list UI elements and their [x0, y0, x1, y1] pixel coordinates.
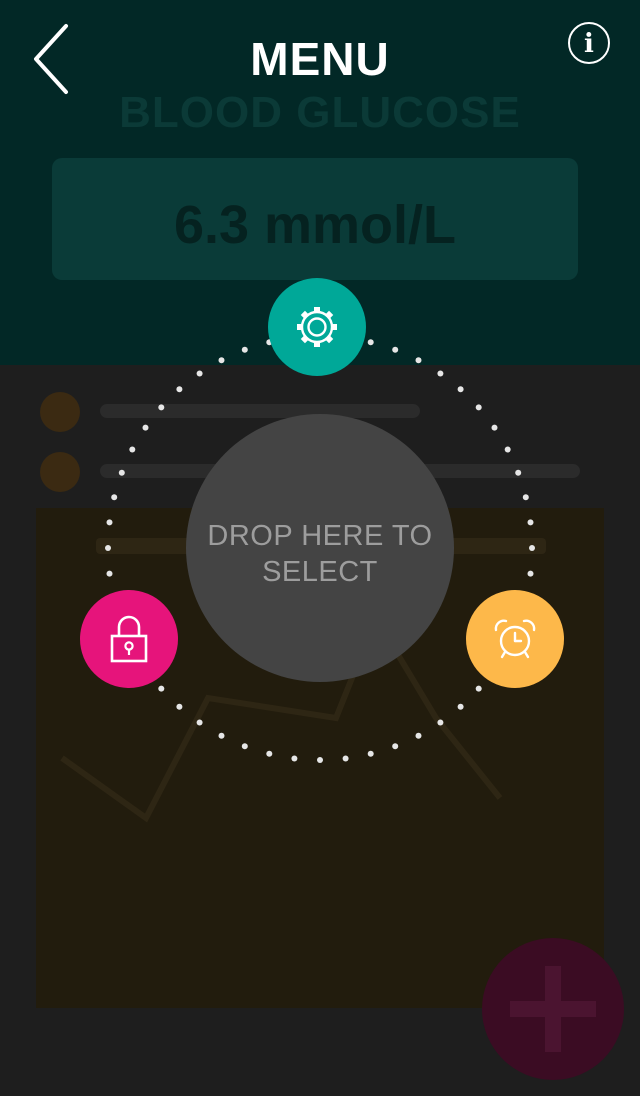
- alarm-clock-icon: [494, 619, 536, 659]
- gear-tooth: [314, 307, 320, 313]
- page-title: MENU: [250, 33, 390, 85]
- info-icon: i: [584, 29, 594, 59]
- drop-zone-label: DROP HERE TO SELECT: [186, 518, 454, 590]
- gear-tooth: [324, 310, 334, 320]
- gear-tooth: [297, 324, 303, 330]
- background-reading-value: 6.3 mmol/L: [173, 195, 457, 255]
- background-plus-bar: [545, 966, 561, 1052]
- gear-tooth: [300, 334, 310, 344]
- gear-icon: [297, 307, 337, 347]
- settings-button[interactable]: [268, 278, 366, 376]
- alarm-button[interactable]: [466, 590, 564, 688]
- top-bar: MENU i: [0, 0, 640, 120]
- gear-tooth: [331, 324, 337, 330]
- background-add-button: [482, 938, 624, 1080]
- drop-zone-label-line1: DROP HERE TO: [207, 520, 433, 552]
- gear-tooth: [314, 341, 320, 347]
- lock-icon: [110, 615, 148, 663]
- gear-tooth: [324, 334, 334, 344]
- background-bullet: [40, 392, 80, 432]
- background-bullet: [40, 452, 80, 492]
- drop-zone-label-line2: SELECT: [262, 556, 378, 588]
- background-line: [100, 404, 420, 418]
- gear-tooth: [300, 310, 310, 320]
- drop-zone[interactable]: DROP HERE TO SELECT: [186, 414, 454, 682]
- info-button[interactable]: i: [568, 22, 610, 64]
- background-reading-card: 6.3 mmol/L: [52, 158, 578, 280]
- lock-button[interactable]: [80, 590, 178, 688]
